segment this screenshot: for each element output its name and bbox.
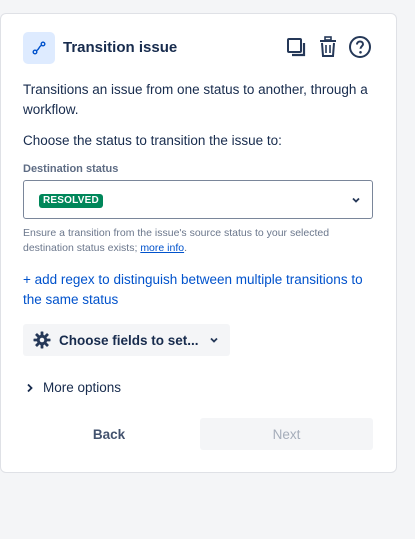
trash-icon[interactable] [315,34,341,60]
chevron-down-icon [209,337,218,343]
chevron-down-icon [352,197,360,203]
gear-icon [33,331,51,349]
destination-status-label: Destination status [23,163,119,175]
help-icon[interactable] [347,34,373,60]
add-regex-link[interactable]: + add regex to distinguish between multi… [23,270,378,310]
description-text: Transitions an issue from one status to … [23,82,368,117]
choose-fields-label: Choose fields to set... [59,332,199,348]
next-button[interactable]: Next [200,418,373,450]
help-text-suffix: . [184,242,188,254]
status-lozenge: RESOLVED [39,194,103,208]
more-options-toggle[interactable]: More options [26,380,121,395]
back-button[interactable]: Back [23,418,195,450]
header-actions [283,34,373,60]
destination-help-text: Ensure a transition from the issue's sou… [23,226,378,256]
chevron-right-icon [27,383,33,392]
panel-header: Transition issue [23,32,373,66]
panel-title: Transition issue [63,39,178,56]
transition-issue-panel: Transition issue Transitions an issue fr… [0,13,397,473]
destination-status-select[interactable]: RESOLVED [23,180,373,219]
more-options-label: More options [43,380,122,395]
duplicate-icon[interactable] [283,34,309,60]
more-info-link[interactable]: more info [140,242,184,254]
choose-fields-button[interactable]: Choose fields to set... [23,324,230,356]
transition-icon [23,32,55,64]
instruction-text: Choose the status to transition the issu… [23,133,282,148]
